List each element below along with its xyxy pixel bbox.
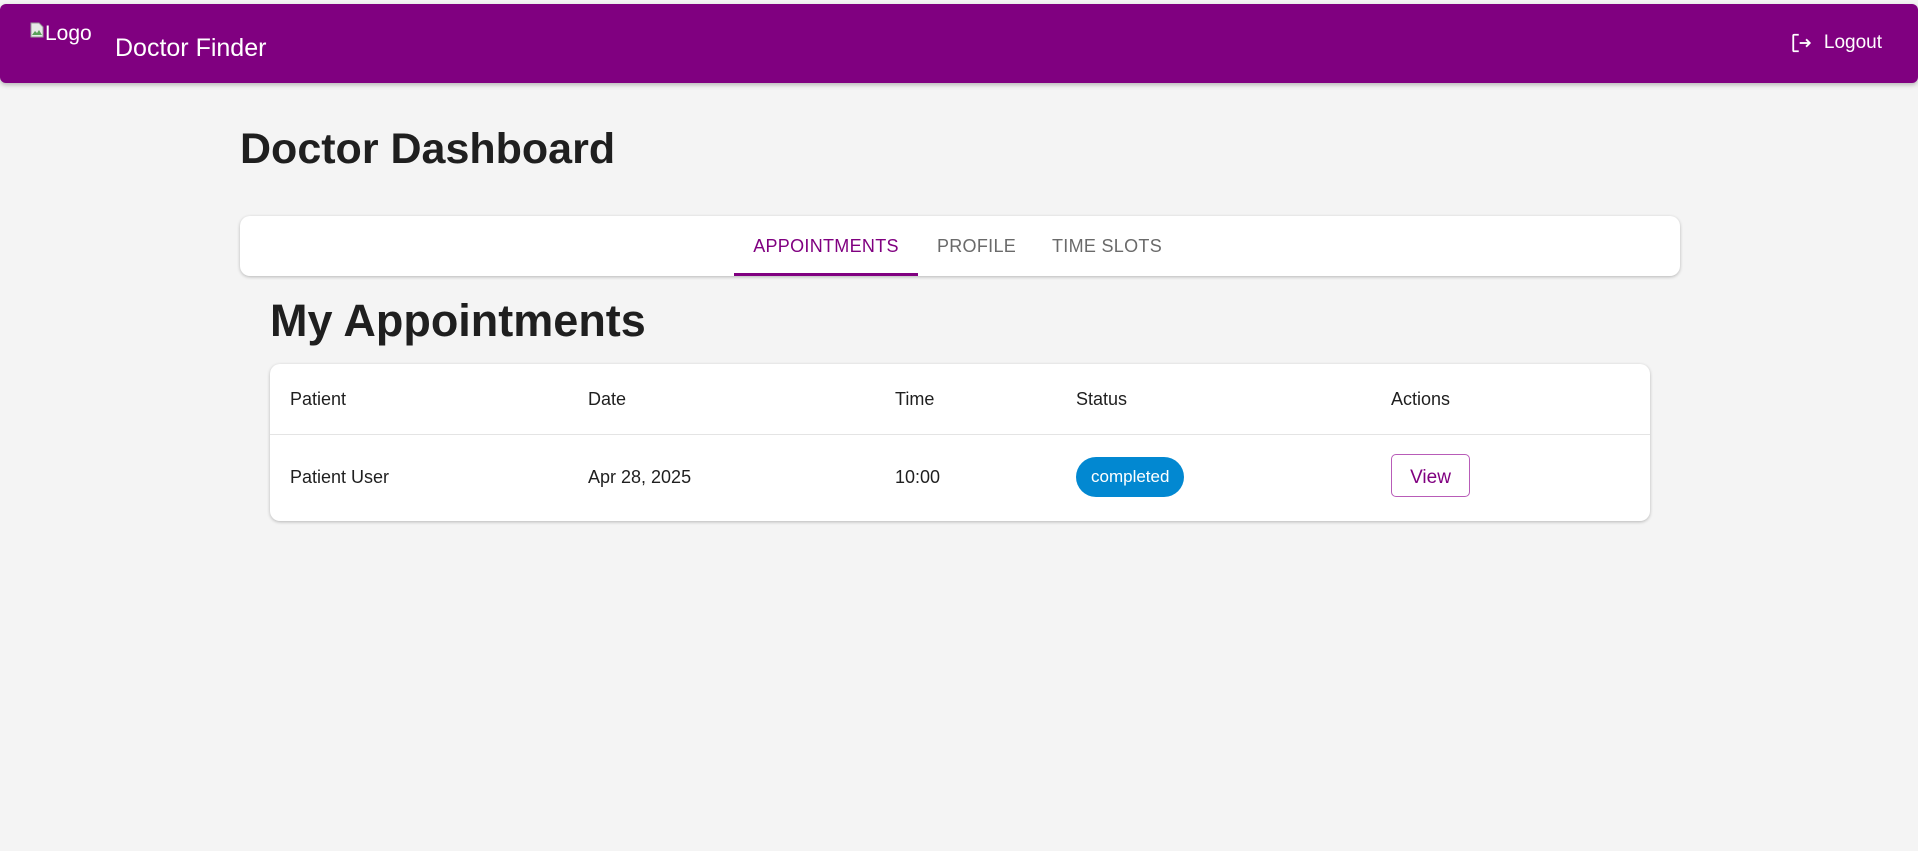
column-header-status: Status xyxy=(1076,389,1128,409)
column-header-actions: Actions xyxy=(1391,389,1451,409)
logout-label: Logout xyxy=(1823,32,1882,53)
logo-alt-text: Logo xyxy=(45,22,92,45)
logout-button[interactable]: Logout xyxy=(1790,32,1882,54)
column-header-time: Time xyxy=(895,389,935,409)
appointments-table: Patient Date Time Status Actions Patient… xyxy=(270,364,1650,521)
column-header-patient: Patient xyxy=(290,389,347,409)
logout-icon xyxy=(1792,33,1811,53)
time-cell: 10:00 xyxy=(895,467,941,487)
table-row: Patient User Apr 28, 2025 10:00 complete… xyxy=(270,435,1650,521)
patient-cell: Patient User xyxy=(290,467,390,487)
column-header-date: Date xyxy=(588,389,627,409)
app-bar: Logo Doctor Finder Logout xyxy=(0,4,1918,83)
appointments-heading: My Appointments xyxy=(270,295,646,346)
app-title[interactable]: Doctor Finder xyxy=(115,33,266,63)
page-title: Doctor Dashboard xyxy=(240,125,616,173)
tab-appointments[interactable]: APPOINTMENTS xyxy=(734,216,918,276)
date-cell: Apr 28, 2025 xyxy=(588,467,692,487)
tab-bar: APPOINTMENTS PROFILE TIME SLOTS xyxy=(240,216,1680,276)
view-button[interactable]: View xyxy=(1391,454,1470,497)
status-badge: completed xyxy=(1076,457,1185,497)
tab-profile[interactable]: PROFILE xyxy=(918,216,1035,276)
table-header-row: Patient Date Time Status Actions xyxy=(270,364,1650,435)
tab-time-slots[interactable]: TIME SLOTS xyxy=(1035,216,1179,276)
broken-image-icon xyxy=(30,22,44,38)
logo[interactable]: Logo xyxy=(30,22,94,46)
